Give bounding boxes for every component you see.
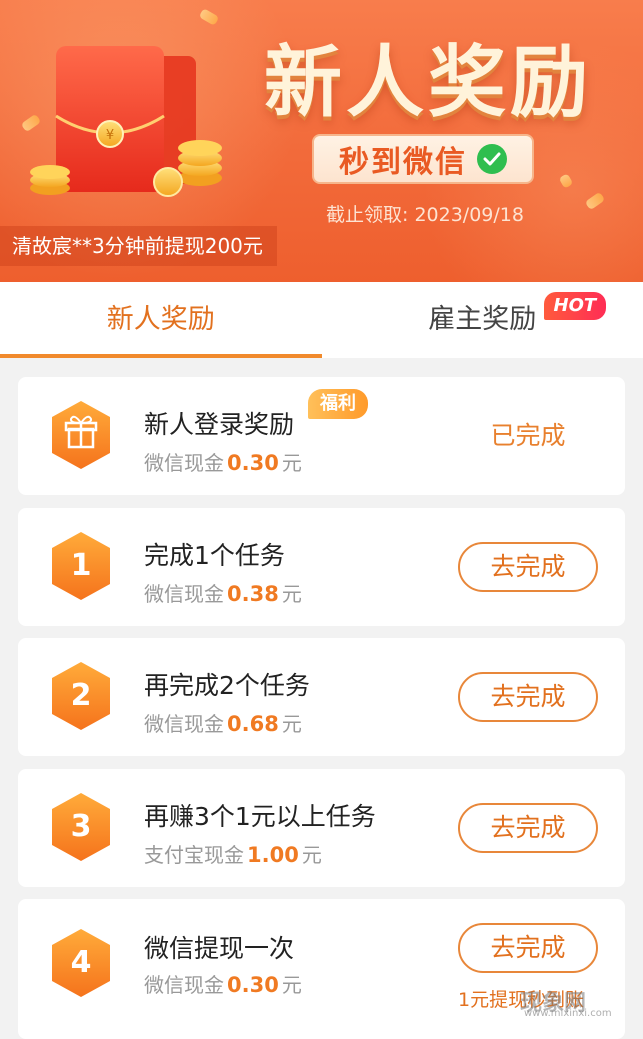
- task-card-1: 1 完成1个任务 微信现金0.38元 去完成: [18, 508, 625, 626]
- instant-wechat-badge: 秒到微信: [312, 134, 534, 184]
- reward-amount: 0.30: [227, 451, 279, 475]
- task-card-login: 新人登录奖励 福利 微信现金0.30元 已完成: [18, 377, 625, 495]
- reward-unit: 元: [302, 843, 322, 867]
- reward-unit: 元: [282, 712, 302, 736]
- step-number: 3: [50, 791, 112, 863]
- reward-type: 微信现金: [144, 582, 224, 606]
- reward-tabs: 新人奖励 雇主奖励 HOT: [0, 282, 643, 358]
- task-reward: 支付宝现金1.00元: [144, 839, 322, 868]
- wechat-pill-label: 秒到微信: [339, 137, 467, 181]
- reward-unit: 元: [282, 451, 302, 475]
- reward-type: 微信现金: [144, 451, 224, 475]
- site-watermark-url: www.mixinxi.com: [524, 1008, 612, 1019]
- reward-amount: 0.30: [227, 973, 279, 997]
- go-complete-button[interactable]: 去完成: [458, 542, 598, 592]
- gift-icon: [50, 399, 112, 471]
- step-number: 4: [50, 927, 112, 999]
- reward-type: 微信现金: [144, 973, 224, 997]
- reward-amount: 0.38: [227, 582, 279, 606]
- task-reward: 微信现金0.30元: [144, 969, 302, 998]
- task-title: 完成1个任务: [144, 536, 285, 572]
- hot-badge: HOT: [544, 292, 607, 320]
- task-title: 再完成2个任务: [144, 666, 310, 702]
- reward-type: 支付宝现金: [144, 843, 244, 867]
- tab-employer-reward[interactable]: 雇主奖励 HOT: [322, 282, 643, 358]
- go-complete-button[interactable]: 去完成: [458, 923, 598, 973]
- task-card-2: 2 再完成2个任务 微信现金0.68元 去完成: [18, 638, 625, 756]
- check-icon: [477, 144, 507, 174]
- step-number: 1: [50, 530, 112, 602]
- go-complete-button[interactable]: 去完成: [458, 803, 598, 853]
- go-complete-button[interactable]: 去完成: [458, 672, 598, 722]
- step-number: 2: [50, 660, 112, 732]
- reward-amount: 0.68: [227, 712, 279, 736]
- tab-newcomer-reward[interactable]: 新人奖励: [0, 282, 322, 358]
- svg-text:¥: ¥: [106, 128, 114, 143]
- reward-type: 微信现金: [144, 712, 224, 736]
- active-tab-underline: [0, 354, 322, 358]
- reward-amount: 1.00: [247, 843, 299, 867]
- task-title: 再赚3个1元以上任务: [144, 797, 376, 833]
- deadline-text: 截止领取: 2023/09/18: [300, 200, 550, 227]
- tab-label: 雇主奖励: [428, 304, 536, 335]
- reward-unit: 元: [282, 973, 302, 997]
- banner-title: 新人奖励: [228, 20, 628, 132]
- tab-label: 新人奖励: [107, 304, 215, 335]
- task-reward: 微信现金0.68元: [144, 708, 302, 737]
- task-title: 微信提现一次: [144, 929, 294, 965]
- reward-banner: ¥ 新人奖励 秒到微信 截止领取: 2023/09/18 清故宸**3分钟前提现…: [0, 0, 643, 282]
- task-title: 新人登录奖励: [144, 405, 294, 441]
- withdraw-ticker: 清故宸**3分钟前提现200元: [0, 226, 277, 266]
- red-envelope-icon: ¥: [18, 38, 228, 208]
- task-reward: 微信现金0.38元: [144, 578, 302, 607]
- welfare-badge: 福利: [308, 389, 368, 419]
- reward-unit: 元: [282, 582, 302, 606]
- task-reward: 微信现金0.30元: [144, 447, 302, 476]
- completed-status: 已完成: [458, 377, 598, 495]
- task-card-3: 3 再赚3个1元以上任务 支付宝现金1.00元 去完成: [18, 769, 625, 887]
